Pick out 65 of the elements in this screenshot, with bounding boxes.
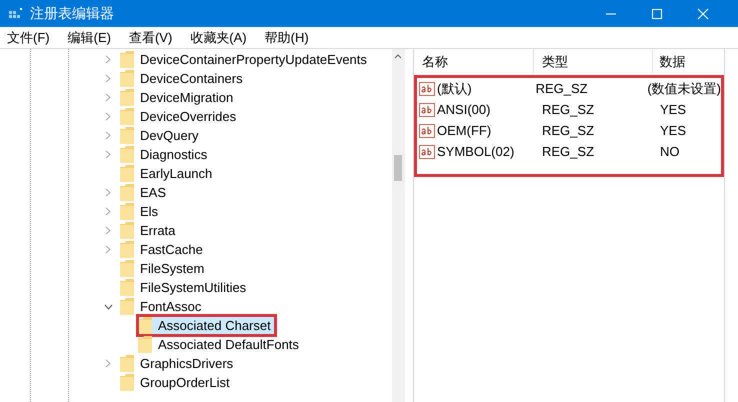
- value-name[interactable]: (默认): [437, 78, 472, 98]
- column-header[interactable]: 名称: [414, 49, 534, 73]
- tree-item[interactable]: FastCache: [120, 240, 207, 259]
- tree-item[interactable]: FileSystem: [120, 259, 208, 278]
- string-value-icon: [419, 102, 435, 118]
- folder-icon: [120, 260, 134, 277]
- value-name[interactable]: ANSI(00): [437, 100, 490, 120]
- folder-icon: [138, 317, 152, 334]
- tree-item[interactable]: Errata: [120, 221, 180, 240]
- folder-icon: [120, 51, 134, 68]
- tree-item[interactable]: DevQuery: [120, 126, 203, 145]
- value-type: REG_SZ: [541, 100, 596, 119]
- value-data: YES: [659, 122, 686, 140]
- tree-item[interactable]: Diagnostics: [120, 145, 212, 164]
- scroll-up-icon[interactable]: [394, 53, 402, 59]
- value-type: REG_SZ: [541, 122, 596, 140]
- string-value-icon: [419, 80, 435, 96]
- tree-item[interactable]: FontAssoc: [120, 297, 206, 316]
- maximize-icon: [651, 8, 663, 20]
- menu-item[interactable]: 文件(F): [2, 28, 55, 48]
- tree-item[interactable]: EAS: [120, 183, 170, 202]
- value-data: (数值未设置): [646, 80, 721, 98]
- string-value-icon: [419, 144, 435, 160]
- tree-item[interactable]: EarlyLaunch: [120, 164, 216, 183]
- tree-item[interactable]: Associated Charset: [138, 316, 275, 335]
- folder-icon: [120, 298, 134, 315]
- tree-item[interactable]: DeviceMigration: [120, 88, 238, 107]
- tree-item[interactable]: GroupOrderList: [120, 373, 234, 392]
- folder-icon: [120, 89, 134, 106]
- tree-item[interactable]: FileSystemUtilities: [120, 278, 250, 297]
- menu-item[interactable]: 查看(V): [124, 28, 178, 48]
- tree-item[interactable]: DeviceContainerPropertyUpdateEvents: [120, 50, 371, 69]
- window-title: 注册表编辑器: [30, 4, 114, 23]
- close-icon: [697, 8, 709, 20]
- folder-icon: [120, 184, 134, 201]
- folder-icon: [120, 127, 134, 144]
- menu-item[interactable]: 帮助(H): [260, 28, 314, 48]
- folder-icon: [120, 165, 134, 182]
- folder-icon: [138, 336, 152, 353]
- folder-icon: [120, 374, 134, 391]
- menu-item[interactable]: 收藏夹(A): [185, 28, 252, 48]
- menu-item[interactable]: 编辑(E): [62, 28, 116, 48]
- tree-item[interactable]: DeviceContainers: [120, 69, 247, 88]
- value-name[interactable]: OEM(FF): [437, 120, 492, 140]
- string-value-icon: [419, 122, 435, 138]
- scrollbar-thumb[interactable]: [394, 155, 402, 181]
- folder-icon: [120, 241, 134, 258]
- value-type: REG_SZ: [541, 142, 596, 161]
- value-data: YES: [659, 100, 686, 119]
- folder-icon: [120, 108, 134, 125]
- column-header[interactable]: 类型: [533, 49, 652, 73]
- folder-icon: [120, 146, 134, 163]
- folder-icon: [120, 355, 134, 372]
- value-name[interactable]: SYMBOL(02): [437, 142, 514, 162]
- folder-icon: [120, 203, 134, 220]
- value-data: NO: [659, 142, 680, 161]
- tree-item[interactable]: GraphicsDrivers: [120, 354, 238, 373]
- value-type: REG_SZ: [534, 80, 589, 98]
- folder-icon: [120, 279, 134, 296]
- tree-item[interactable]: DeviceOverrides: [120, 107, 240, 126]
- column-header[interactable]: 数据: [652, 49, 724, 73]
- tree-item[interactable]: Associated DefaultFonts: [138, 335, 303, 354]
- folder-icon: [120, 222, 134, 239]
- folder-icon: [120, 70, 134, 87]
- tree-item[interactable]: Els: [120, 202, 162, 221]
